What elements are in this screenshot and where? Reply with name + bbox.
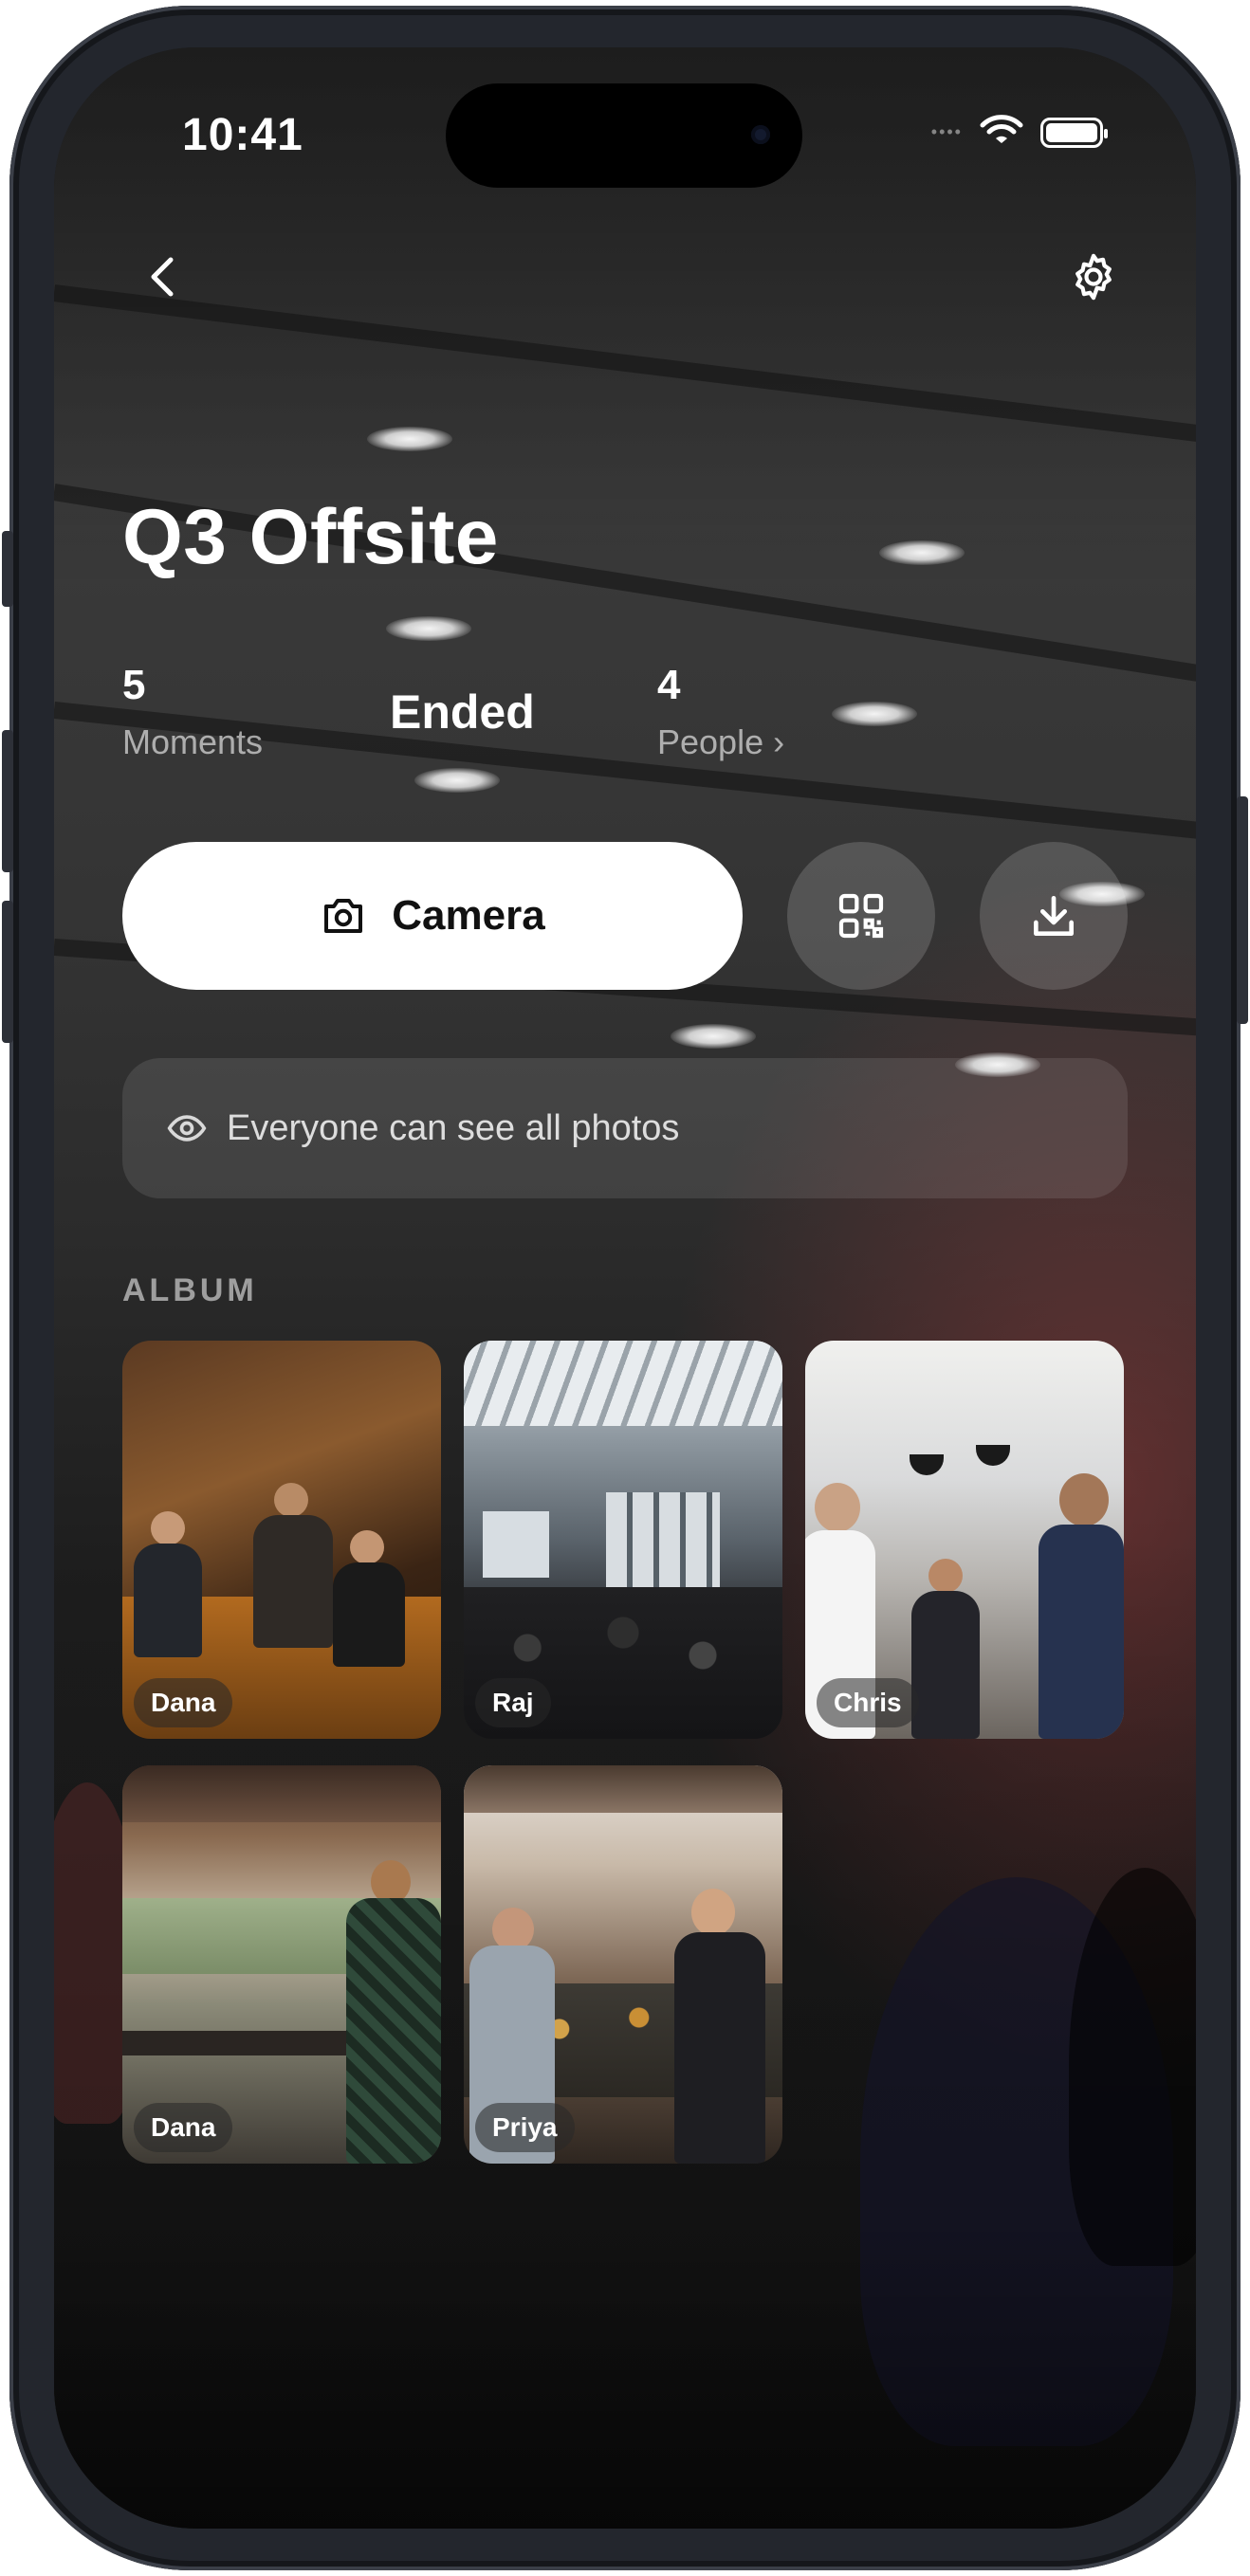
settings-button[interactable] xyxy=(1059,243,1128,311)
back-button[interactable] xyxy=(132,247,193,307)
signal-dots-icon: •••• xyxy=(930,122,963,141)
photo-person xyxy=(815,1483,860,1532)
qr-code-button[interactable] xyxy=(787,842,935,990)
front-camera xyxy=(751,125,770,144)
photo-person xyxy=(674,1932,765,2164)
ceiling-lamp xyxy=(414,768,500,793)
album-photo[interactable]: Priya xyxy=(464,1765,782,2164)
power-button xyxy=(1237,796,1248,1024)
visibility-notice-text: Everyone can see all photos xyxy=(227,1107,680,1148)
status-time: 10:41 xyxy=(182,110,303,160)
silent-switch xyxy=(2,531,13,607)
ceiling-lamp xyxy=(367,427,452,451)
people-label: People › xyxy=(657,722,785,761)
people-stat[interactable]: 4 People › xyxy=(657,654,828,777)
wifi-icon xyxy=(980,114,1023,151)
people-count: 4 xyxy=(657,662,681,708)
photo-author-badge: Chris xyxy=(817,1678,919,1727)
photo-author-badge: Dana xyxy=(134,2103,233,2152)
album-photo[interactable]: Chris xyxy=(805,1341,1124,1739)
photo-author-badge: Raj xyxy=(475,1678,551,1727)
photo-person xyxy=(253,1515,333,1648)
ceiling-lamp xyxy=(879,540,965,565)
photo-person xyxy=(928,1559,963,1593)
photo-person xyxy=(151,1511,185,1545)
moments-label: Moments xyxy=(122,722,264,761)
photo-person xyxy=(333,1562,405,1667)
event-title: Q3 Offsite xyxy=(122,494,499,580)
photo-windows xyxy=(606,1492,720,1597)
download-icon xyxy=(1034,896,1074,936)
bottom-fade xyxy=(54,2244,1196,2529)
album-photo[interactable]: Dana xyxy=(122,1765,441,2164)
ceiling-lamp xyxy=(671,1024,756,1049)
photo-person xyxy=(911,1591,980,1739)
photo-pendant-lamp xyxy=(976,1445,1010,1466)
camera-button-label: Camera xyxy=(392,892,545,939)
photo-author-badge: Priya xyxy=(475,2103,575,2152)
moments-count: 5 xyxy=(122,662,146,708)
volume-up-button xyxy=(2,730,13,872)
ceiling-lamp xyxy=(386,616,471,641)
status-icons: •••• xyxy=(930,114,1108,151)
download-button[interactable] xyxy=(980,842,1128,990)
photo-person xyxy=(134,1544,202,1657)
camera-icon xyxy=(324,899,363,933)
qr-code-icon xyxy=(838,893,884,939)
battery-icon xyxy=(1040,117,1108,148)
album-photo[interactable]: Dana xyxy=(122,1341,441,1739)
photo-awning xyxy=(122,1765,441,1822)
ceiling-lamp xyxy=(832,702,917,726)
eye-icon xyxy=(167,1115,207,1142)
dynamic-island xyxy=(446,83,802,188)
photo-screen xyxy=(483,1511,549,1578)
album-photo[interactable]: Raj xyxy=(464,1341,782,1739)
chevron-left-icon xyxy=(151,257,174,297)
photo-table xyxy=(122,2031,384,2055)
gear-icon xyxy=(1075,253,1112,301)
camera-button[interactable]: Camera xyxy=(122,842,743,990)
photo-person xyxy=(691,1889,735,1936)
photo-awning xyxy=(464,1765,782,1813)
photo-person xyxy=(274,1483,308,1517)
photo-person xyxy=(350,1530,384,1564)
event-status: Ended xyxy=(390,685,535,739)
album-section-label: ALBUM xyxy=(122,1272,258,1308)
photo-person xyxy=(1039,1525,1124,1739)
visibility-notice: Everyone can see all photos xyxy=(122,1058,1128,1198)
photo-author-badge: Dana xyxy=(134,1678,233,1727)
photo-pendant-lamp xyxy=(910,1454,944,1475)
volume-down-button xyxy=(2,901,13,1043)
photo-skylight xyxy=(464,1341,782,1426)
screen: 10:41 •••• Q3 Offsite 5 Moments Ended 4 … xyxy=(54,47,1196,2529)
photo-person xyxy=(1059,1473,1109,1526)
photo-person xyxy=(346,1898,441,2164)
